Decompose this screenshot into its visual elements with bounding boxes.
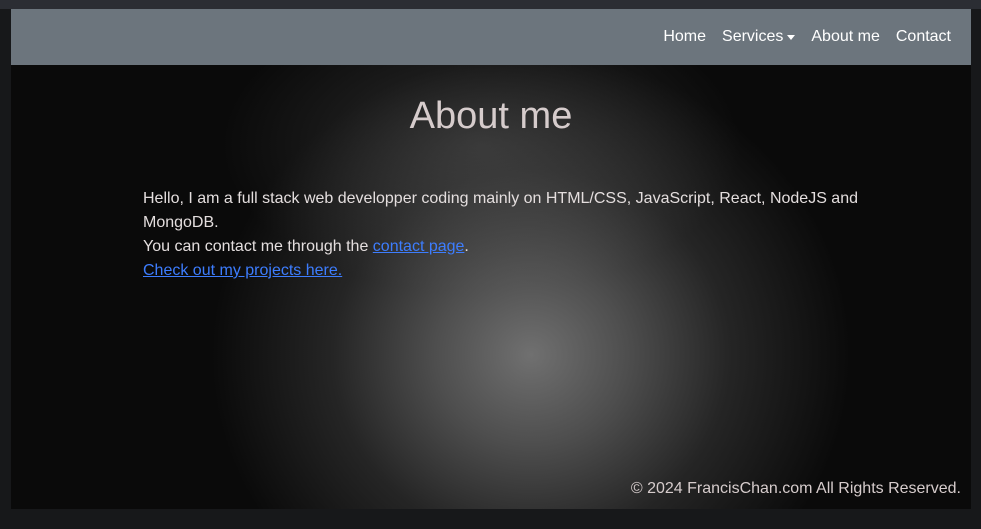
intro-text: Hello, I am a full stack web developper … [143,190,858,231]
about-content: Hello, I am a full stack web developper … [143,187,863,283]
navbar: Home Services About me Contact [11,9,971,65]
projects-line: Check out my projects here. [143,259,863,283]
caret-down-icon [787,34,796,40]
page-viewport: Home Services About me Contact About me … [11,9,971,509]
contact-prefix: You can contact me through the [143,238,373,255]
projects-link[interactable]: Check out my projects here. [143,262,342,279]
contact-page-link[interactable]: contact page [373,238,465,255]
contact-suffix: . [464,238,469,255]
nav-services-dropdown[interactable]: Services [714,28,803,46]
nav-services-label: Services [722,28,784,45]
nav-contact-link[interactable]: Contact [888,28,959,46]
window-top-strip [0,0,981,9]
nav-about-link[interactable]: About me [803,28,887,46]
hero-section: About me Hello, I am a full stack web de… [11,65,971,509]
contact-line: You can contact me through the contact p… [143,235,863,259]
footer-copyright: © 2024 FrancisChan.com All Rights Reserv… [630,480,961,497]
nav-list: Home Services About me Contact [655,28,959,46]
nav-home-link[interactable]: Home [655,28,714,46]
page-title: About me [409,95,573,137]
